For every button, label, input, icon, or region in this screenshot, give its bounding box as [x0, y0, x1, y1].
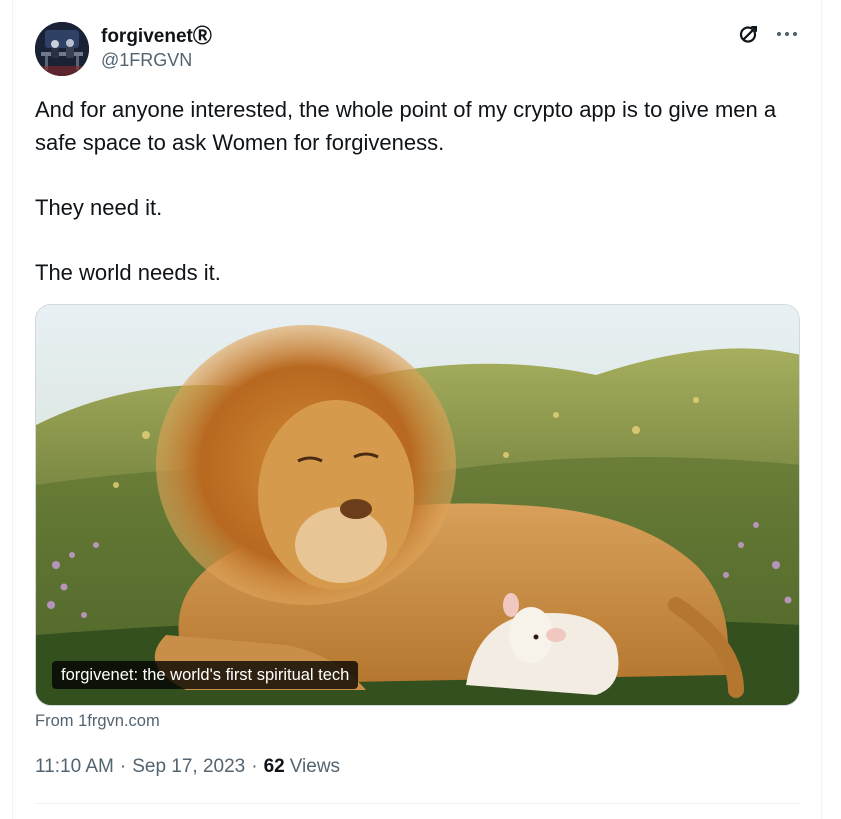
tweet-article: forgivenetⓇ @1FRGVN And for anyone inter…: [12, 0, 822, 819]
tweet-paragraph: And for anyone interested, the whole poi…: [35, 97, 777, 155]
card-source[interactable]: From 1frgvn.com: [35, 712, 160, 731]
views-count[interactable]: 62: [264, 756, 285, 778]
tweet-meta: 11:10 AM · Sep 17, 2023 · 62 Views: [35, 756, 340, 778]
tweet-paragraph: They need it.: [35, 194, 163, 220]
card-source-domain[interactable]: 1frgvn.com: [78, 712, 160, 730]
more-icon[interactable]: [775, 22, 799, 46]
card-title: forgivenet: the world's first spiritual …: [52, 661, 359, 689]
views-label[interactable]: Views: [290, 756, 340, 778]
divider: [35, 803, 800, 804]
tweet-time[interactable]: 11:10 AM: [35, 756, 114, 778]
meta-separator: ·: [119, 756, 127, 777]
display-name[interactable]: forgivenetⓇ: [101, 21, 212, 48]
card-source-prefix: From: [35, 712, 79, 730]
author-names: forgivenetⓇ @1FRGVN: [101, 22, 212, 71]
link-card[interactable]: forgivenet: the world's first spiritual …: [35, 304, 800, 706]
tweet-date[interactable]: Sep 17, 2023: [132, 756, 245, 778]
handle[interactable]: @1FRGVN: [101, 50, 212, 71]
grok-icon[interactable]: [737, 22, 761, 46]
avatar[interactable]: [35, 22, 89, 76]
card-image: [36, 305, 799, 705]
header-actions: [737, 22, 799, 46]
tweet-text: And for anyone interested, the whole poi…: [35, 94, 801, 289]
tweet-paragraph: The world needs it.: [35, 259, 221, 285]
meta-separator: ·: [251, 756, 258, 777]
